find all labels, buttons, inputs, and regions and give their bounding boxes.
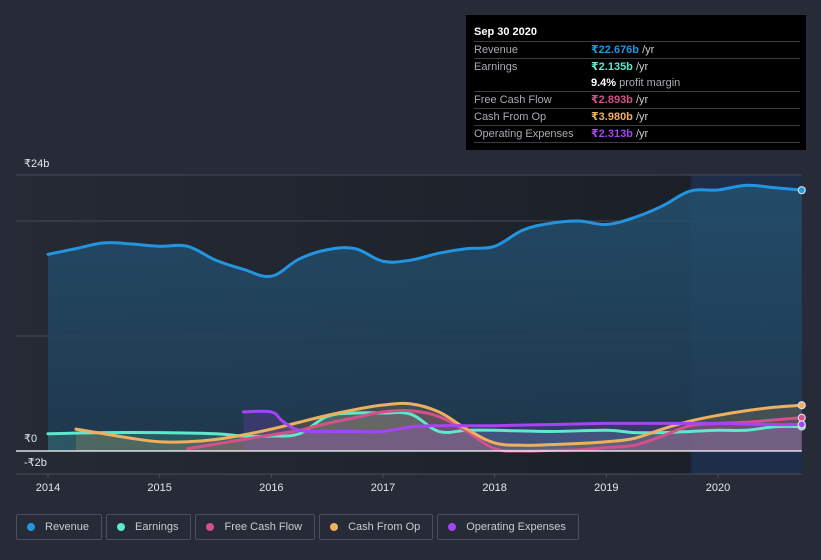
tooltip-value: 9.4% [591, 77, 617, 89]
tooltip-row-earnings: Earnings ₹2.135b /yr [474, 59, 800, 75]
x-axis-labels: 2014 2015 2016 2017 2018 2019 2020 [36, 474, 730, 494]
y-tick-label: ₹24b [24, 158, 49, 170]
tooltip-label [474, 75, 591, 91]
legend-dot-icon [206, 523, 215, 531]
revenue-endpoint[interactable] [797, 186, 806, 195]
legend-label: Operating Expenses [466, 521, 566, 533]
x-tick-label: 2016 [259, 482, 283, 494]
legend-item-operating-expenses[interactable]: Operating Expenses [437, 514, 579, 540]
tooltip-unit: profit margin [616, 77, 681, 89]
tooltip-unit: /yr [632, 128, 649, 140]
legend-label: Revenue [45, 521, 90, 533]
tooltip-unit: /yr [632, 111, 649, 123]
tooltip-value: ₹2.893b [591, 94, 633, 106]
legend-dot-icon [117, 523, 126, 531]
x-tick-label: 2015 [147, 482, 171, 494]
x-tick-label: 2020 [706, 482, 730, 494]
operating-expenses-endpoint[interactable] [797, 420, 806, 429]
legend-dot-icon [330, 523, 339, 531]
legend-dot-icon [27, 523, 35, 531]
legend-item-earnings[interactable]: Earnings [106, 514, 192, 540]
legend-item-free-cash-flow[interactable]: Free Cash Flow [195, 514, 316, 540]
tooltip-row-cash-from-op: Cash From Op ₹3.980b /yr [474, 109, 800, 126]
y-tick-label: ₹0 [24, 433, 37, 445]
tooltip-value: ₹2.135b [591, 61, 633, 73]
legend-label: Cash From Op [348, 521, 421, 533]
tooltip-label: Revenue [474, 44, 519, 56]
tooltip-label: Cash From Op [474, 111, 547, 123]
tooltip-value: ₹3.980b [591, 111, 633, 123]
tooltip-unit: /yr [632, 94, 649, 106]
x-tick-label: 2017 [371, 482, 395, 494]
free-cash-flow-endpoint[interactable] [797, 413, 806, 422]
tooltip-label: Earnings [474, 61, 518, 73]
x-tick-label: 2014 [36, 482, 60, 494]
tooltip-row-free-cash-flow: Free Cash Flow ₹2.893b /yr [474, 92, 800, 109]
tooltip-panel: Sep 30 2020 Revenue ₹22.676b /yr Earning… [466, 15, 806, 150]
legend-label: Free Cash Flow [224, 521, 303, 533]
cash-from-op-endpoint[interactable] [797, 401, 806, 410]
tooltip-row-operating-expenses: Operating Expenses ₹2.313b /yr [474, 126, 800, 143]
x-tick-label: 2018 [482, 482, 506, 494]
tooltip-row-revenue: Revenue ₹22.676b /yr [474, 42, 800, 59]
tooltip-label: Operating Expenses [474, 128, 574, 140]
tooltip-date: Sep 30 2020 [474, 23, 800, 42]
chart-legend: Revenue Earnings Free Cash Flow Cash Fro… [16, 514, 579, 540]
tooltip-unit: /yr [632, 61, 649, 73]
tooltip-unit: /yr [639, 44, 655, 56]
tooltip-row-profit-margin: 9.4% profit margin [474, 75, 800, 92]
legend-item-cash-from-op[interactable]: Cash From Op [319, 514, 434, 540]
tooltip-label: Free Cash Flow [474, 94, 552, 106]
tooltip-value: ₹2.313b [591, 128, 633, 140]
y-tick-label: -₹2b [24, 457, 47, 469]
legend-dot-icon [448, 523, 457, 531]
x-tick-label: 2019 [594, 482, 618, 494]
tooltip-value: ₹22.676b [591, 44, 640, 56]
legend-item-revenue[interactable]: Revenue [16, 514, 103, 540]
legend-label: Earnings [135, 521, 179, 533]
